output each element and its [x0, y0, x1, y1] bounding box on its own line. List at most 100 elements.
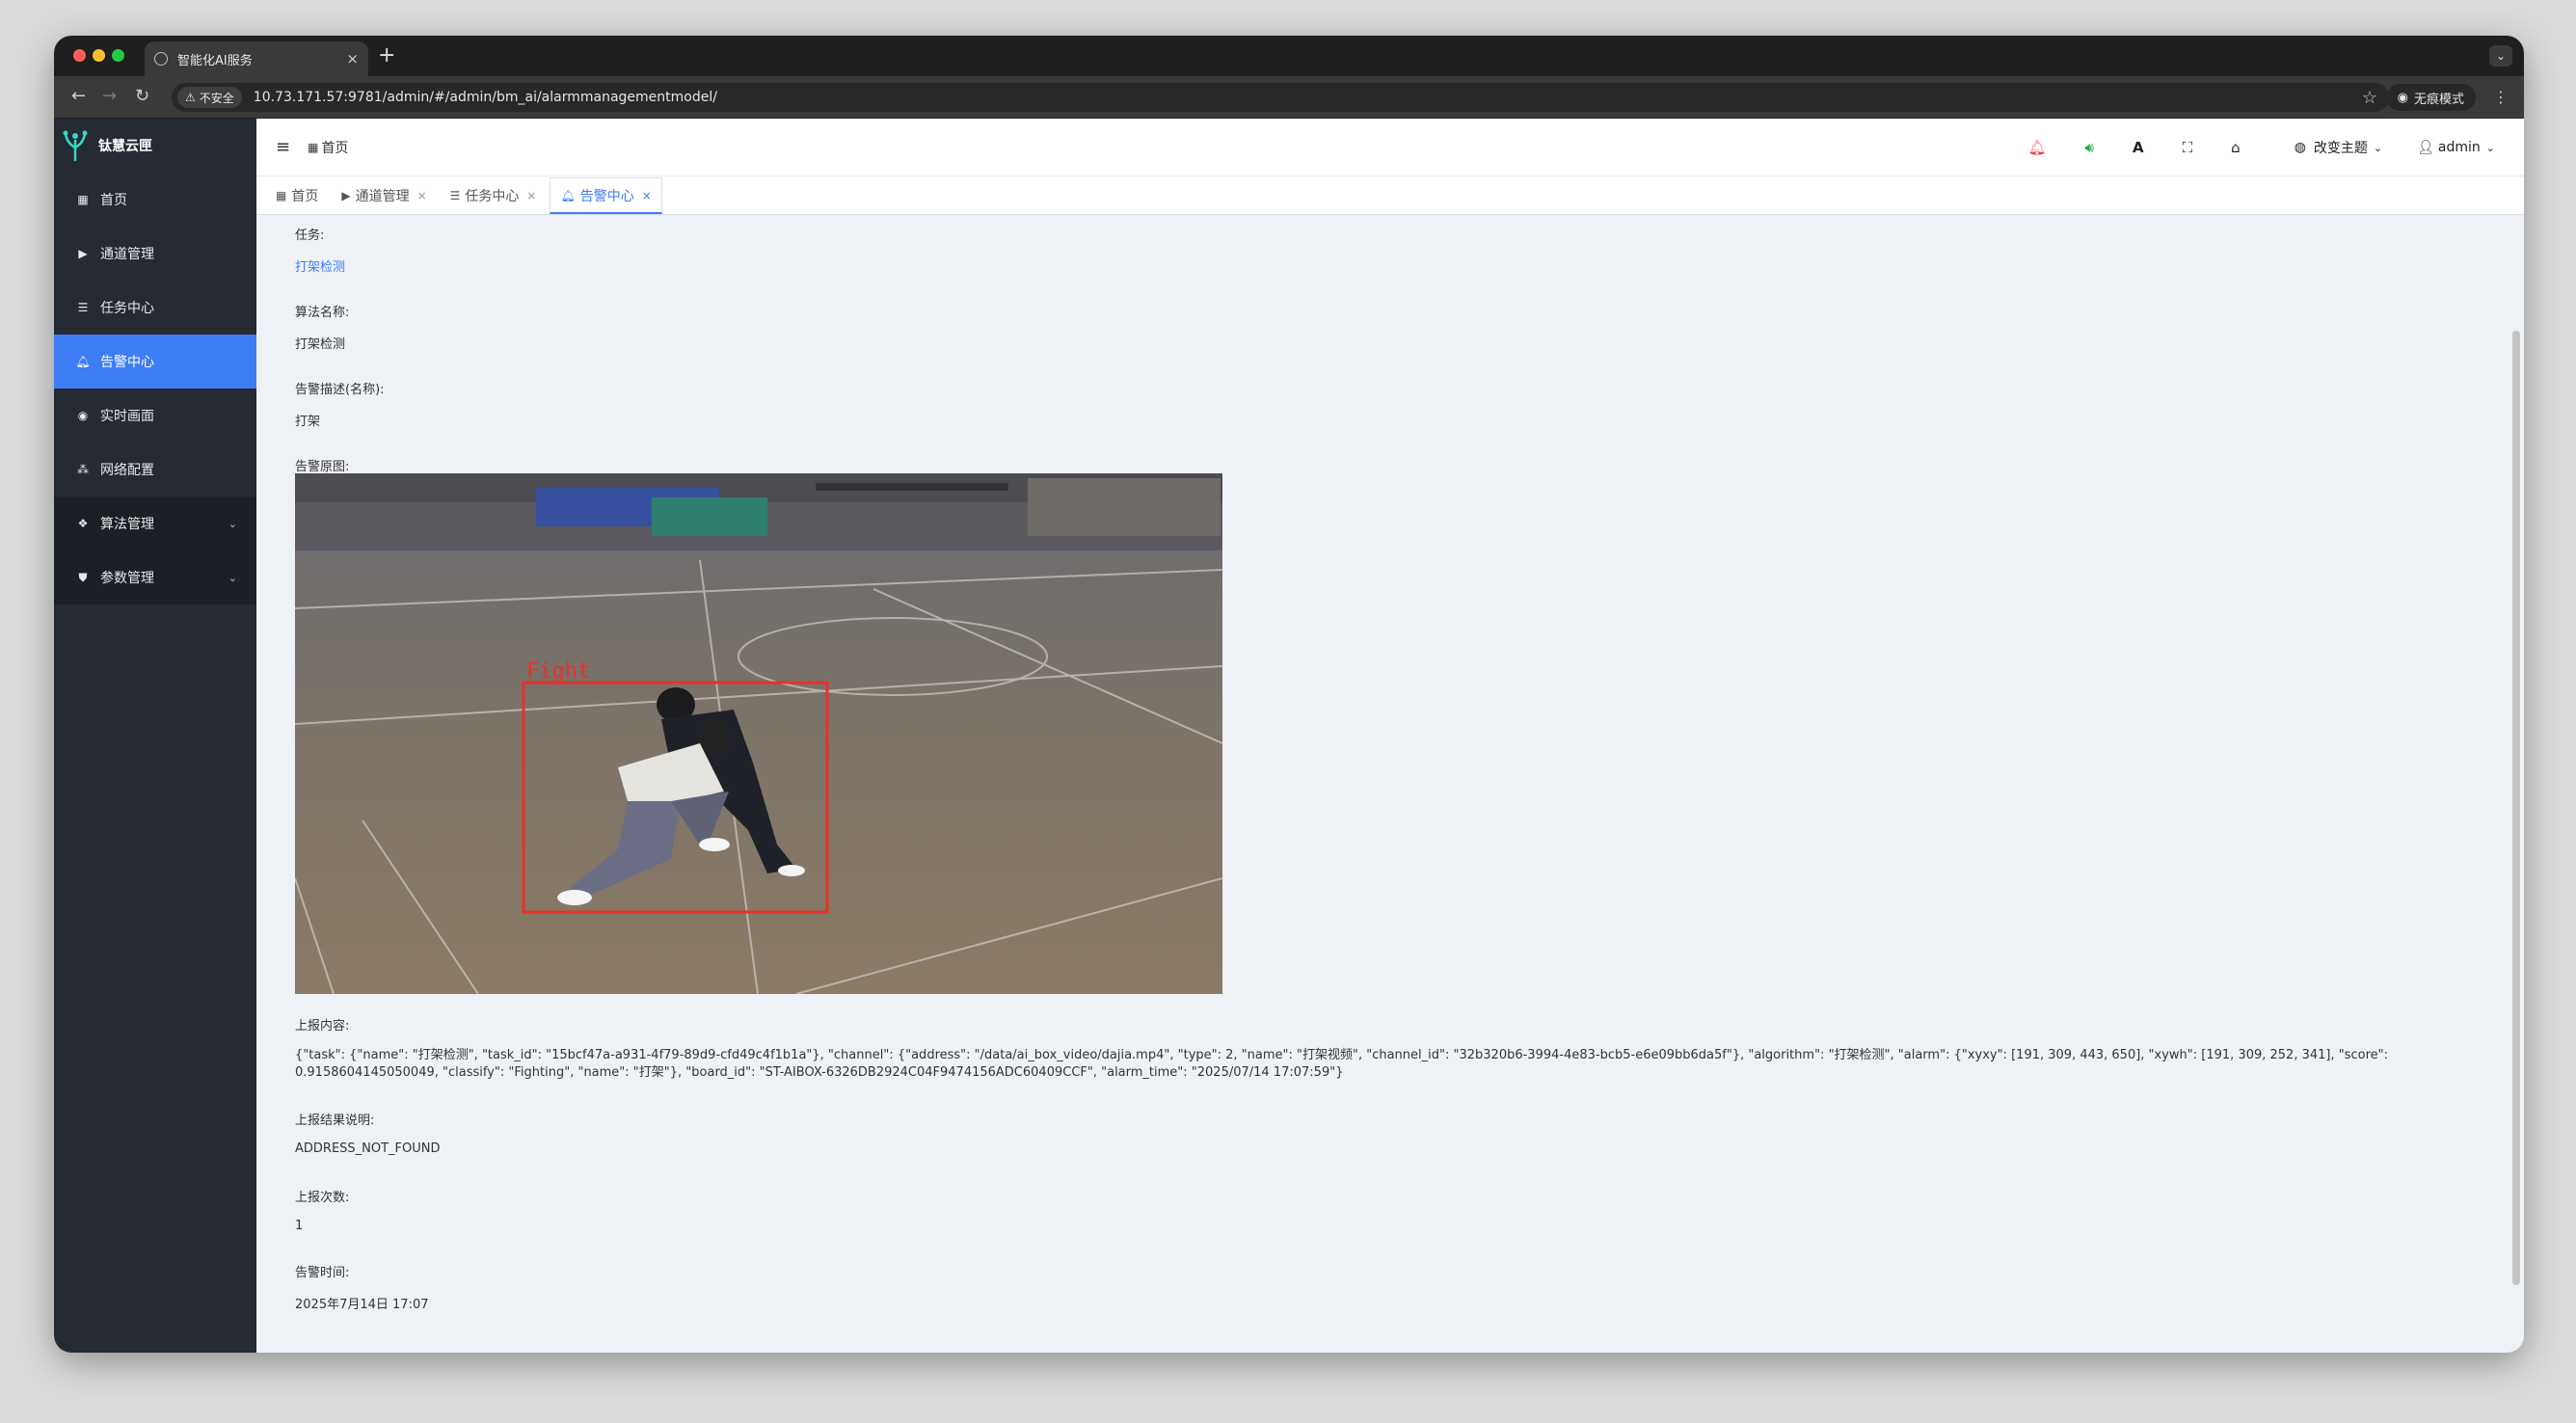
sidebar-item-channels[interactable]: ▶ 通道管理	[54, 227, 256, 281]
omnibox[interactable]: ⚠ 不安全 10.73.171.57:9781/admin/#/admin/bm…	[172, 83, 2389, 112]
menu-toggle-icon[interactable]: ≡	[276, 137, 290, 157]
scrollbar[interactable]	[2512, 331, 2520, 1285]
user-menu[interactable]: 👤︎ admin ⌄	[2417, 140, 2495, 155]
user-name: admin	[2437, 140, 2481, 155]
alarm-detail: 任务: 打架检测 算法名称: 打架检测 告警描述(名称): 打架 告警原图: F…	[256, 215, 2524, 1353]
warning-icon: ⚠	[185, 91, 196, 104]
video-icon: ▶	[78, 247, 88, 260]
count-label: 上报次数:	[295, 1191, 350, 1205]
bell-icon: 🔔︎	[75, 355, 91, 368]
alarm-image[interactable]: Fight	[295, 473, 1222, 994]
brand-logo-icon	[63, 130, 88, 161]
eye-icon: ◉	[77, 409, 89, 422]
detection-label: Fight	[526, 659, 590, 684]
browser-menu-icon[interactable]: ⋮	[2493, 88, 2509, 106]
algorithm-label: 算法名称:	[295, 306, 350, 320]
sidebar-item-tasks[interactable]: ☰ 任务中心	[54, 281, 256, 335]
sidebar-item-label: 任务中心	[100, 301, 154, 316]
sidebar-item-label: 首页	[100, 193, 127, 208]
tab-label: 通道管理	[355, 189, 410, 204]
sidebar-item-live[interactable]: ◉ 实时画面	[54, 389, 256, 443]
font-size-icon[interactable]: A	[2133, 139, 2144, 156]
sidebar-item-label: 告警中心	[100, 355, 154, 370]
browser-tab[interactable]: 智能化AI服务 ×	[145, 41, 368, 76]
home-icon[interactable]: ⌂	[2231, 139, 2241, 156]
list-icon: ☰	[449, 189, 461, 202]
sidebar-item-home[interactable]: ▦ 首页	[54, 173, 256, 227]
brand[interactable]: 钛慧云匣	[54, 119, 256, 173]
grid-icon: ▦	[77, 193, 89, 206]
image-field: 告警原图:	[295, 456, 349, 474]
close-icon[interactable]: ×	[642, 189, 652, 202]
time-field: 告警时间: 2025年7月14日 17:07	[295, 1262, 429, 1312]
description-value: 打架	[295, 415, 321, 429]
image-label: 告警原图:	[295, 460, 350, 474]
volume-icon[interactable]: 🔊︎	[2085, 139, 2094, 156]
sidebar-item-alarms[interactable]: 🔔︎ 告警中心	[54, 335, 256, 389]
close-icon[interactable]: ×	[417, 189, 427, 202]
browser-window: 智能化AI服务 × + ⌄ ← → ↻ ⚠ 不安全 10.73.171.57:9…	[54, 36, 2524, 1353]
sidebar-item-algorithms[interactable]: ❖ 算法管理 ⌄	[54, 497, 256, 550]
count-field: 上报次数: 1	[295, 1187, 349, 1233]
tab-label: 告警中心	[579, 188, 634, 204]
report-value: {"task": {"name": "打架检测", "task_id": "15…	[295, 1048, 2389, 1080]
sidebar-submenu-group: ❖ 算法管理 ⌄ ⛊ 参数管理 ⌄	[54, 497, 256, 604]
palette-icon: ◍	[2294, 140, 2306, 155]
reload-icon[interactable]: ↻	[135, 86, 149, 106]
incognito-badge[interactable]: ◉ 无痕模式	[2385, 84, 2476, 111]
sidebar-item-label: 参数管理	[100, 571, 154, 586]
fullscreen-icon[interactable]: ⛶	[2183, 139, 2193, 156]
tab-label: 任务中心	[465, 189, 520, 204]
breadcrumb-home: 首页	[321, 140, 349, 156]
notification-bell-icon[interactable]: 🔔︎	[2028, 139, 2047, 156]
browser-tab-strip: 智能化AI服务 × + ⌄	[54, 36, 2524, 76]
result-label: 上报结果说明:	[295, 1114, 375, 1128]
close-tab-icon[interactable]: ×	[346, 50, 359, 67]
bookmark-star-icon[interactable]: ☆	[2362, 88, 2377, 108]
security-chip[interactable]: ⚠ 不安全	[177, 87, 242, 108]
forward-icon[interactable]: →	[102, 86, 117, 106]
sidebar: 钛慧云匣 ▦ 首页 ▶ 通道管理 ☰ 任务中心 🔔︎ 告警中心 ◉ 实时画面 ⁂…	[54, 119, 256, 1353]
tab-home[interactable]: ▦ 首页	[266, 177, 328, 214]
user-icon: 👤︎	[2417, 140, 2434, 155]
network-icon: ⁂	[77, 463, 89, 476]
sidebar-item-label: 通道管理	[100, 247, 154, 262]
sidebar-item-label: 网络配置	[100, 463, 154, 478]
algorithm-field: 算法名称: 打架检测	[295, 302, 349, 352]
chevron-down-icon: ⌄	[228, 571, 237, 584]
breadcrumb[interactable]: ▦ 首页	[308, 138, 348, 157]
cubes-icon: ❖	[77, 517, 89, 530]
minimize-window-button[interactable]	[93, 49, 105, 62]
url-text[interactable]: 10.73.171.57:9781/admin/#/admin/bm_ai/al…	[254, 90, 717, 105]
tab-channels[interactable]: ▶ 通道管理 ×	[332, 177, 436, 214]
brand-name: 钛慧云匣	[98, 139, 152, 154]
task-field: 任务: 打架检测	[295, 225, 345, 275]
grid-icon: ▦	[276, 189, 287, 202]
top-bar: ≡ ▦ 首页 🔔︎ 🔊︎ A ⛶ ⌂ ◍ 改变主题 ⌄ 👤︎ admin ⌄	[256, 119, 2524, 176]
top-bar-actions: 🔔︎ 🔊︎ A ⛶ ⌂ ◍ 改变主题 ⌄ 👤︎ admin ⌄	[2009, 119, 2524, 176]
app: 钛慧云匣 ▦ 首页 ▶ 通道管理 ☰ 任务中心 🔔︎ 告警中心 ◉ 实时画面 ⁂…	[54, 119, 2524, 1353]
tab-tasks[interactable]: ☰ 任务中心 ×	[441, 177, 547, 214]
theme-switcher[interactable]: ◍ 改变主题 ⌄	[2294, 138, 2382, 157]
page-tabs: ▦ 首页 ▶ 通道管理 × ☰ 任务中心 × 🔔︎ 告警中心 ×	[256, 176, 2524, 215]
maximize-window-button[interactable]	[112, 49, 124, 62]
close-icon[interactable]: ×	[526, 189, 536, 202]
chevron-down-icon: ⌄	[2373, 141, 2383, 154]
description-label: 告警描述(名称):	[295, 383, 385, 397]
sidebar-item-params[interactable]: ⛊ 参数管理 ⌄	[54, 550, 256, 604]
list-icon: ☰	[77, 301, 89, 314]
new-tab-button[interactable]: +	[378, 43, 395, 67]
description-field: 告警描述(名称): 打架	[295, 379, 385, 429]
close-window-button[interactable]	[73, 49, 86, 62]
sidebar-item-label: 实时画面	[100, 409, 154, 424]
grid-icon: ▦	[308, 140, 319, 154]
tab-search-button[interactable]: ⌄	[2489, 45, 2512, 67]
tab-alarms[interactable]: 🔔︎ 告警中心 ×	[550, 177, 662, 214]
task-link[interactable]: 打架检测	[295, 256, 345, 275]
sidebar-item-network[interactable]: ⁂ 网络配置	[54, 443, 256, 497]
main-area: ≡ ▦ 首页 🔔︎ 🔊︎ A ⛶ ⌂ ◍ 改变主题 ⌄ 👤︎ admin ⌄ ▦…	[256, 119, 2524, 1353]
report-field: 上报内容: {"task": {"name": "打架检测", "task_id…	[295, 1015, 2474, 1082]
result-field: 上报结果说明: ADDRESS_NOT_FOUND	[295, 1110, 441, 1156]
time-value: 2025年7月14日 17:07	[295, 1298, 429, 1312]
back-icon[interactable]: ←	[71, 86, 86, 106]
